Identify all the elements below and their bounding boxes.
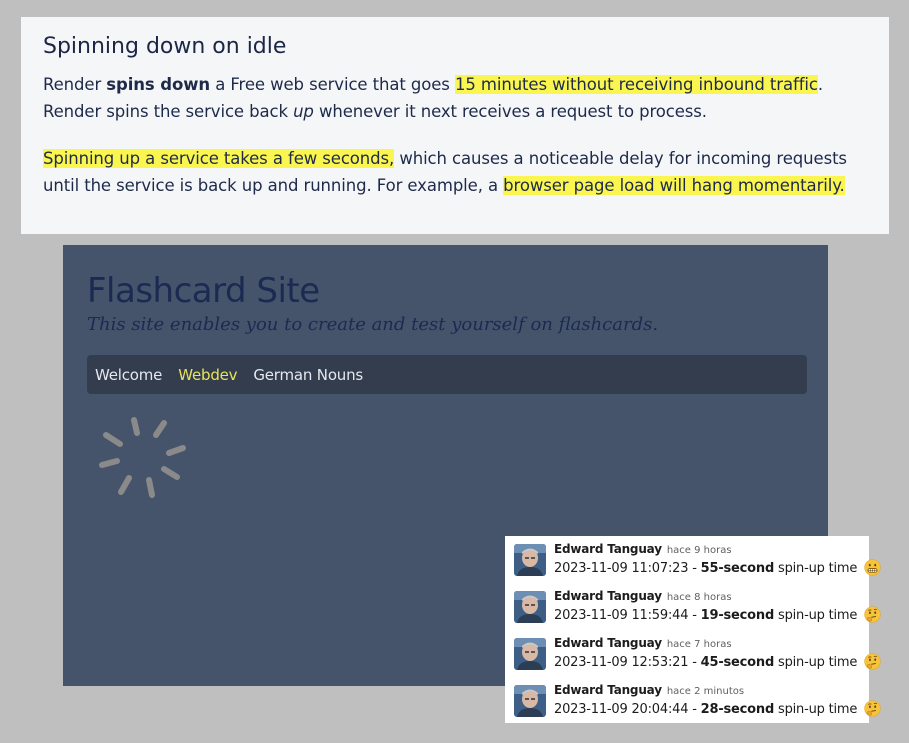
comment-content: Edward Tanguay hace 8 horas 2023-11-09 11… (554, 588, 881, 626)
comment-duration: 28-second (700, 702, 775, 717)
comment-timestamp: 2023-11-09 20:04:44 - (554, 702, 701, 717)
p1-bold: spins down (106, 75, 211, 94)
comment-timestamp: 2023-11-09 11:59:44 - (554, 608, 701, 623)
comment-suffix: spin-up time (774, 561, 858, 576)
comment-suffix: spin-up time (774, 655, 858, 670)
comment-duration: 19-second (700, 608, 775, 623)
avatar[interactable] (514, 638, 546, 670)
comment-content: Edward Tanguay hace 7 horas 2023-11-09 12… (554, 635, 881, 673)
comment-header: Edward Tanguay hace 9 horas (554, 541, 881, 559)
comment-author[interactable]: Edward Tanguay (554, 636, 662, 650)
comment-time[interactable]: hace 8 horas (667, 592, 732, 603)
comment-author[interactable]: Edward Tanguay (554, 542, 662, 556)
site-title: Flashcard Site (87, 271, 320, 311)
comment-content: Edward Tanguay hace 2 minutos 2023-11-09 … (554, 682, 881, 720)
thinking-face-icon (864, 653, 881, 670)
comment-time[interactable]: hace 9 horas (667, 545, 732, 556)
avatar[interactable] (514, 544, 546, 576)
comment-time[interactable]: hace 7 horas (667, 639, 732, 650)
comment-suffix: spin-up time (774, 702, 858, 717)
docs-paragraph-1: Render spins down a Free web service tha… (43, 71, 867, 125)
comment-timestamp: 2023-11-09 12:53:21 - (554, 655, 701, 670)
comment-duration: 55-second (700, 561, 775, 576)
docs-paragraph-2: Spinning up a service takes a few second… (43, 145, 867, 199)
p1-italic: up (293, 102, 314, 121)
loading-spinner-icon (99, 417, 186, 498)
comment-time[interactable]: hace 2 minutos (667, 686, 744, 697)
p1-highlight: 15 minutes without receiving inbound tra… (454, 75, 818, 94)
comment-item: Edward Tanguay hace 7 horas 2023-11-09 12… (514, 635, 881, 682)
comment-header: Edward Tanguay hace 8 horas (554, 588, 881, 606)
comment-body: 2023-11-09 20:04:44 - 28-second spin-up … (554, 700, 881, 720)
comment-author[interactable]: Edward Tanguay (554, 683, 662, 697)
site-nav: Welcome Webdev German Nouns (87, 355, 807, 394)
grimacing-face-icon (864, 559, 881, 576)
avatar[interactable] (514, 685, 546, 717)
comment-body: 2023-11-09 12:53:21 - 45-second spin-up … (554, 653, 881, 673)
docs-panel: Spinning down on idle Render spins down … (21, 17, 889, 234)
p2-highlight-2: browser page load will hang momentarily. (503, 176, 845, 195)
comment-header: Edward Tanguay hace 2 minutos (554, 682, 881, 700)
thinking-face-icon (864, 700, 881, 717)
thinking-face-icon (864, 606, 881, 623)
comment-body: 2023-11-09 11:07:23 - 55-second spin-up … (554, 559, 881, 579)
comment-item: Edward Tanguay hace 9 horas 2023-11-09 11… (514, 541, 881, 588)
comment-duration: 45-second (700, 655, 775, 670)
p1-text-4: whenever it next receives a request to p… (313, 102, 707, 121)
comments-panel: Edward Tanguay hace 9 horas 2023-11-09 11… (505, 536, 881, 723)
comment-item: Edward Tanguay hace 2 minutos 2023-11-09 … (514, 682, 881, 729)
comment-author[interactable]: Edward Tanguay (554, 589, 662, 603)
nav-item-welcome[interactable]: Welcome (95, 366, 162, 384)
nav-item-webdev[interactable]: Webdev (178, 366, 237, 384)
comment-item: Edward Tanguay hace 8 horas 2023-11-09 11… (514, 588, 881, 635)
p1-text-2: a Free web service that goes (210, 75, 455, 94)
nav-item-german-nouns[interactable]: German Nouns (253, 366, 363, 384)
comment-content: Edward Tanguay hace 9 horas 2023-11-09 11… (554, 541, 881, 579)
site-subtitle: This site enables you to create and test… (87, 314, 659, 335)
comment-header: Edward Tanguay hace 7 horas (554, 635, 881, 653)
p1-text-1: Render (43, 75, 107, 94)
avatar[interactable] (514, 591, 546, 623)
comment-suffix: spin-up time (774, 608, 858, 623)
comment-timestamp: 2023-11-09 11:07:23 - (554, 561, 701, 576)
docs-heading: Spinning down on idle (43, 34, 287, 59)
comment-body: 2023-11-09 11:59:44 - 19-second spin-up … (554, 606, 881, 626)
p2-highlight-1: Spinning up a service takes a few second… (43, 149, 395, 168)
